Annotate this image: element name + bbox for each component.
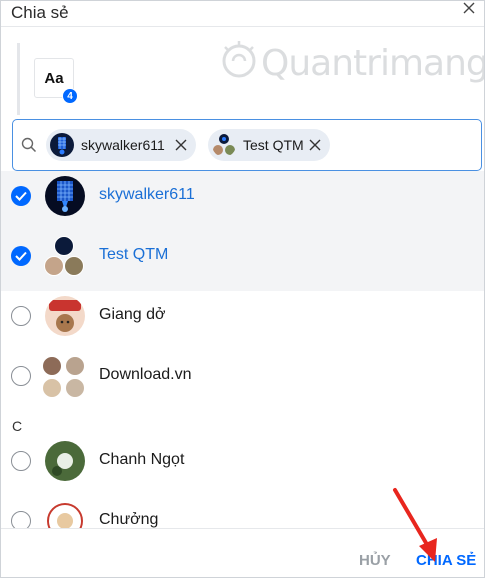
recipient-chip-skywalker611[interactable]: skywalker611	[46, 129, 196, 161]
share-dialog: Chia sẻ Quantrimang Aa 4 skywalker611 Te…	[0, 0, 485, 578]
watermark-text: Quantrimang	[261, 43, 485, 84]
checkbox-unchecked[interactable]	[11, 451, 31, 471]
contact-name: Download.vn	[99, 366, 192, 383]
remove-chip-icon[interactable]	[308, 138, 322, 152]
checkbox-unchecked[interactable]	[11, 366, 31, 386]
cancel-button[interactable]: HỦY	[359, 552, 391, 569]
group-avatar	[212, 133, 236, 157]
contact-row-chuong[interactable]: Chưởng	[1, 496, 484, 528]
share-button[interactable]: CHIA SẺ	[416, 552, 476, 569]
preview-text: Aa	[44, 69, 64, 87]
avatar	[45, 176, 85, 216]
watermark-logo: Quantrimang	[219, 37, 484, 89]
contact-row-chanh-ngot[interactable]: Chanh Ngọt	[1, 436, 484, 496]
checkbox-unchecked[interactable]	[11, 511, 31, 528]
avatar	[45, 501, 85, 528]
checkbox-checked[interactable]	[11, 246, 31, 266]
avatar	[45, 296, 85, 336]
close-icon[interactable]	[460, 1, 478, 19]
dialog-footer: HỦY CHIA SẺ	[1, 528, 484, 577]
contact-list[interactable]: skywalker611 Test QTM Giang dở Download.…	[1, 171, 484, 528]
group-avatar	[41, 354, 87, 400]
quote-bar	[17, 43, 20, 115]
remove-chip-icon[interactable]	[174, 138, 188, 152]
checkbox-checked[interactable]	[11, 186, 31, 206]
avatar	[50, 133, 74, 157]
group-avatar	[41, 234, 87, 280]
contact-name: skywalker611	[99, 186, 195, 203]
contact-name: Giang dở	[99, 306, 166, 323]
checkbox-unchecked[interactable]	[11, 306, 31, 326]
count-badge: 4	[62, 88, 78, 104]
contact-name: Test QTM	[99, 246, 169, 263]
contact-name: Chưởng	[99, 511, 159, 528]
chip-label: skywalker611	[81, 137, 165, 153]
search-icon	[21, 137, 37, 153]
recipient-chip-test-qtm[interactable]: Test QTM	[208, 129, 330, 161]
contact-row-test-qtm[interactable]: Test QTM	[1, 231, 484, 291]
recipient-search-input[interactable]: skywalker611 Test QTM	[12, 119, 482, 171]
dialog-title: Chia sẻ	[11, 3, 69, 22]
contact-row-skywalker611[interactable]: skywalker611	[1, 171, 484, 231]
contact-row-download-vn[interactable]: Download.vn	[1, 351, 484, 411]
contact-row-giang-do[interactable]: Giang dở	[1, 291, 484, 351]
title-bar: Chia sẻ	[1, 1, 484, 27]
avatar	[45, 441, 85, 481]
chip-label: Test QTM	[243, 137, 304, 153]
contact-name: Chanh Ngọt	[99, 451, 185, 468]
section-letter: C	[12, 418, 23, 434]
